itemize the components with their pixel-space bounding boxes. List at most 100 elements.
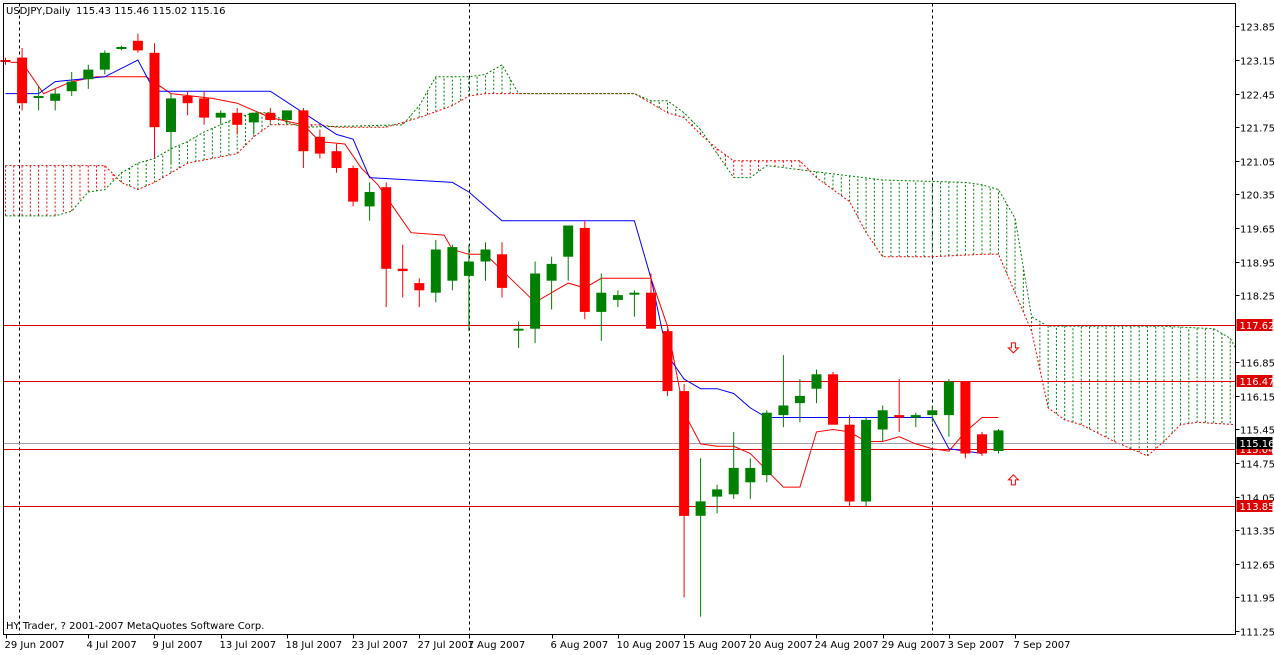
candle-body — [778, 406, 788, 416]
candle-body — [580, 228, 590, 312]
candle-body — [646, 293, 656, 329]
candle-body — [414, 283, 424, 290]
price-tick-label: 114.75 — [1240, 460, 1274, 471]
candle-body — [960, 382, 970, 454]
candle-body — [663, 331, 673, 391]
time-tick-label: 23 Jul 2007 — [352, 640, 409, 651]
time-tick-label: 27 Jul 2007 — [418, 640, 475, 651]
candle-body — [812, 374, 822, 388]
candle-body — [298, 110, 308, 151]
candle — [828, 372, 838, 425]
candle-body — [514, 329, 524, 331]
price-tick-label: 116.85 — [1240, 359, 1274, 370]
time-tick-label: 7 Sep 2007 — [1014, 640, 1071, 651]
candle — [348, 166, 358, 207]
candle-body — [431, 250, 441, 293]
price-tick-label: 112.65 — [1240, 561, 1274, 572]
chart-window[interactable]: 123.85123.15122.45121.75121.05120.35119.… — [0, 0, 1274, 651]
candle-body — [878, 410, 888, 429]
price-tick-label: 118.25 — [1240, 292, 1274, 303]
candle-body — [199, 98, 209, 117]
time-tick-label: 6 Aug 2007 — [551, 640, 609, 651]
candle-body — [100, 53, 110, 70]
candle-body — [150, 53, 160, 127]
candle-body — [911, 415, 921, 417]
price-tick-label: 121.05 — [1240, 158, 1274, 169]
level-price-tag: 113.85 — [1240, 502, 1274, 513]
candle-body — [315, 137, 325, 154]
candle-body — [50, 94, 60, 101]
price-tick-label: 116.15 — [1240, 393, 1274, 404]
candle-body — [232, 113, 242, 125]
candle-body — [927, 410, 937, 415]
price-tick-label: 111.95 — [1240, 594, 1274, 605]
candle-body — [348, 168, 358, 202]
candle — [580, 221, 590, 319]
candle-body — [249, 113, 259, 123]
candle-body — [166, 98, 176, 132]
candle-body — [282, 110, 292, 120]
chart-title-symbol: USDJPY,Daily — [6, 6, 71, 17]
price-chart[interactable]: 123.85123.15122.45121.75121.05120.35119.… — [0, 0, 1274, 651]
candle-body — [464, 262, 474, 276]
price-tick-label: 118.95 — [1240, 259, 1274, 270]
candle-body — [729, 468, 739, 494]
price-tick-label: 115.45 — [1240, 426, 1274, 437]
candle-body — [1, 60, 11, 62]
price-tick-label: 113.35 — [1240, 527, 1274, 538]
candle-body — [67, 82, 77, 92]
candle-body — [613, 295, 623, 300]
time-tick-label: 1 Aug 2007 — [468, 640, 526, 651]
candle-body — [629, 293, 639, 295]
candle-body — [381, 187, 391, 269]
candle-body — [894, 415, 904, 417]
time-tick-label: 18 Jul 2007 — [286, 640, 343, 651]
bid-price-tag: 115.16 — [1240, 439, 1274, 450]
price-tick-label: 111.25 — [1240, 628, 1274, 639]
level-price-tag: 117.62 — [1240, 321, 1274, 332]
candle-body — [762, 413, 772, 475]
price-tick-label: 119.65 — [1240, 225, 1274, 236]
candle-body — [83, 70, 93, 80]
price-tick-label: 121.75 — [1240, 124, 1274, 135]
candle-body — [563, 226, 573, 257]
price-tick-label: 123.85 — [1240, 23, 1274, 34]
candle-body — [17, 58, 27, 104]
candle-body — [845, 425, 855, 502]
candle-body — [795, 396, 805, 403]
time-tick-label: 4 Jul 2007 — [87, 640, 137, 651]
candle-body — [447, 247, 457, 281]
candle — [762, 410, 772, 482]
price-tick-label: 122.45 — [1240, 91, 1274, 102]
time-tick-label: 13 Jul 2007 — [220, 640, 277, 651]
candle-body — [133, 41, 143, 51]
level-price-tag: 116.47 — [1240, 377, 1274, 388]
time-tick-label: 10 Aug 2007 — [617, 640, 681, 651]
time-tick-label: 29 Aug 2007 — [882, 640, 946, 651]
candle-body — [696, 501, 706, 515]
price-tick-label: 123.15 — [1240, 57, 1274, 68]
candle-body — [216, 113, 226, 118]
candle-body — [679, 391, 689, 516]
candle-body — [116, 47, 126, 49]
copyright-text: HY Trader, ? 2001-2007 MetaQuotes Softwa… — [6, 621, 264, 632]
candle-body — [861, 420, 871, 502]
candle — [994, 429, 1004, 454]
time-tick-label: 9 Jul 2007 — [153, 640, 203, 651]
candle-body — [596, 293, 606, 312]
time-tick-label: 15 Aug 2007 — [683, 640, 747, 651]
candle-body — [828, 374, 838, 424]
candle — [977, 432, 987, 456]
candle-body — [365, 192, 375, 206]
candle-body — [745, 468, 755, 482]
candle-body — [977, 434, 987, 453]
candle — [960, 382, 970, 459]
candle-body — [547, 264, 557, 281]
candle-body — [332, 151, 342, 168]
candle-body — [34, 96, 44, 98]
candle-body — [398, 269, 408, 271]
candle — [845, 415, 855, 506]
candle-body — [497, 254, 507, 288]
candle-body — [944, 382, 954, 416]
candle — [861, 418, 871, 507]
